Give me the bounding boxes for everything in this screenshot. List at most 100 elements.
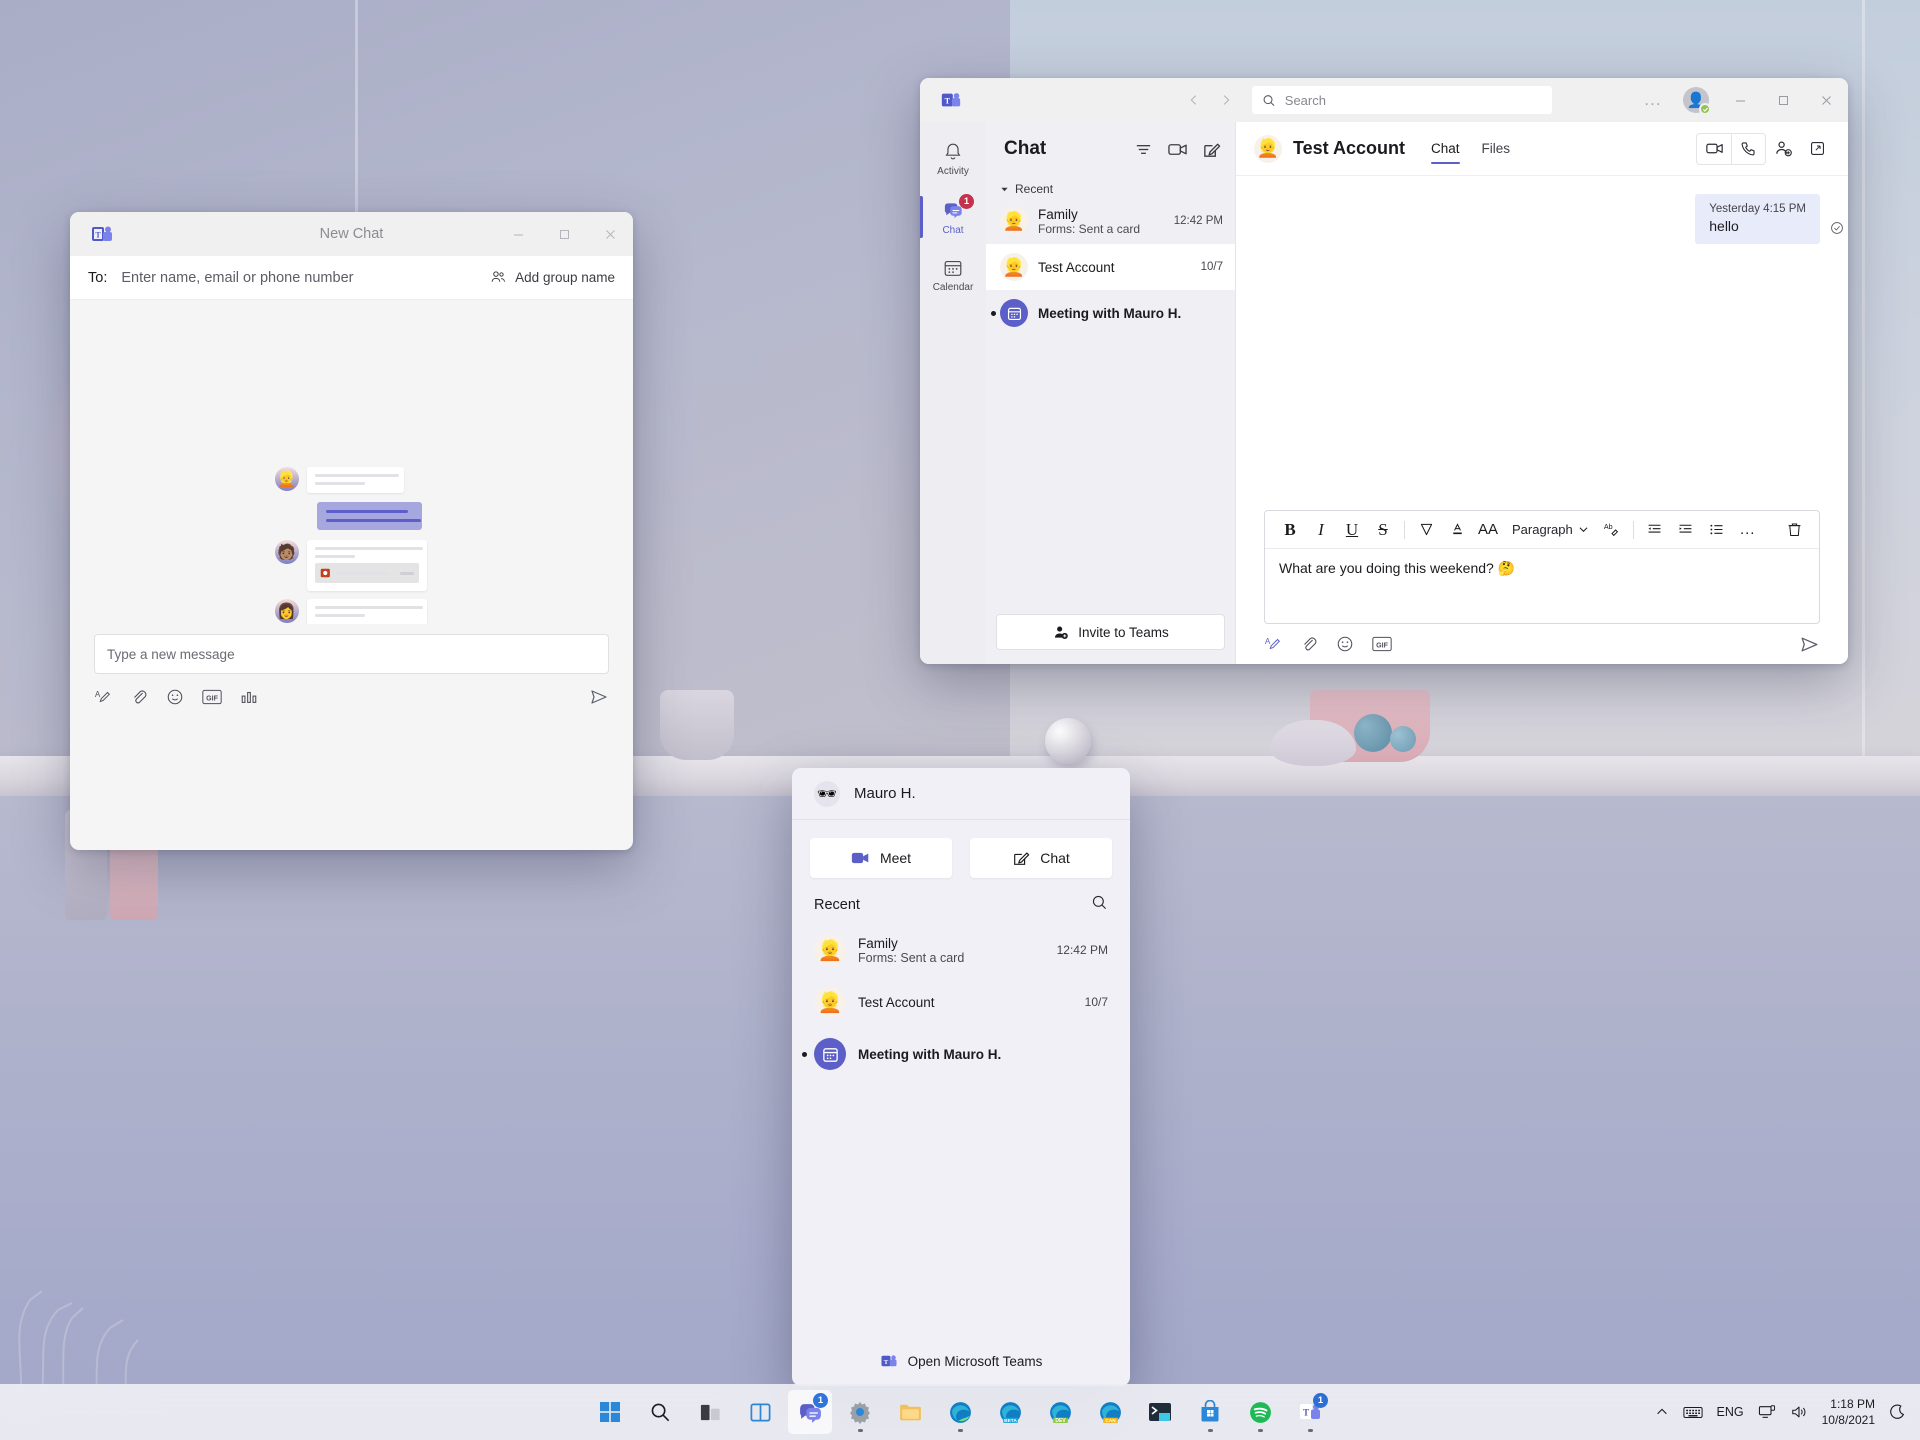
settings-and-more-button[interactable]: ... <box>1633 78 1673 122</box>
composer-toolbar[interactable]: B I U S <box>1265 511 1819 549</box>
taskbar[interactable]: 1 <box>0 1384 1920 1440</box>
new-chat-window-controls[interactable] <box>495 212 633 256</box>
network-button[interactable] <box>1758 1404 1776 1420</box>
emoji-icon[interactable] <box>166 688 184 706</box>
start-button[interactable] <box>588 1390 632 1434</box>
clear-formatting-button[interactable]: Ab <box>1597 515 1627 545</box>
chat-list-actions[interactable] <box>1134 140 1221 159</box>
message-composer[interactable]: B I U S <box>1264 510 1820 624</box>
tab-chat[interactable]: Chat <box>1431 122 1460 175</box>
flyout-actions[interactable]: Meet Chat <box>792 820 1130 894</box>
chat-list-item-family[interactable]: 👱 Family Forms: Sent a card 12:42 PM <box>986 198 1235 244</box>
task-view-button[interactable] <box>688 1390 732 1434</box>
video-call-icon[interactable] <box>1167 140 1188 159</box>
system-tray[interactable]: ENG 1:18 PM 10/8/2021 <box>1655 1396 1920 1428</box>
search-box[interactable] <box>1252 86 1552 114</box>
new-chat-window[interactable]: T New Chat To: Add gr <box>70 212 633 850</box>
close-button[interactable] <box>1805 78 1848 122</box>
format-icon[interactable]: A <box>1264 635 1282 653</box>
new-chat-composer-tools[interactable]: A GIF <box>94 687 609 707</box>
invite-to-teams-button[interactable]: Invite to Teams <box>996 614 1225 650</box>
search-input[interactable] <box>1285 93 1542 108</box>
meet-button[interactable]: Meet <box>810 838 952 878</box>
minimize-button[interactable] <box>1719 78 1762 122</box>
composer-bottom-toolbar[interactable]: A GIF <box>1236 624 1848 664</box>
flyout-list-item-test-account[interactable]: 👱 Test Account 10/7 <box>792 976 1130 1028</box>
new-message-input[interactable] <box>94 634 609 674</box>
maximize-button[interactable] <box>541 212 587 256</box>
attach-icon[interactable] <box>1300 635 1318 653</box>
app-rail[interactable]: Activity 1 Chat <box>920 122 986 664</box>
account-avatar[interactable]: 👤 <box>1683 87 1709 113</box>
teams-main-window[interactable]: T ... 👤 <box>920 78 1848 664</box>
decrease-indent-button[interactable] <box>1640 515 1670 545</box>
add-group-name-button[interactable]: Add group name <box>490 269 615 286</box>
conversation-actions[interactable] <box>1696 133 1834 165</box>
call-button-group[interactable] <box>1696 133 1766 165</box>
open-microsoft-teams-button[interactable]: T Open Microsoft Teams <box>792 1336 1130 1386</box>
font-color-button[interactable] <box>1442 515 1472 545</box>
language-indicator[interactable]: ENG <box>1717 1405 1744 1419</box>
tab-files[interactable]: Files <box>1482 122 1511 175</box>
popout-button[interactable] <box>1800 134 1834 164</box>
close-button[interactable] <box>587 212 633 256</box>
add-people-button[interactable] <box>1766 134 1800 164</box>
audio-call-button[interactable] <box>1731 134 1765 164</box>
new-chat-titlebar[interactable]: T New Chat <box>70 212 633 256</box>
edge-dev-button[interactable]: DEV <box>1038 1390 1082 1434</box>
increase-indent-button[interactable] <box>1671 515 1701 545</box>
chat-list-item-meeting[interactable]: Meeting with Mauro H. <box>986 290 1235 336</box>
chat-list-panel[interactable]: Chat <box>986 122 1236 664</box>
spotify-button[interactable] <box>1238 1390 1282 1434</box>
notifications-button[interactable] <box>1889 1404 1906 1421</box>
terminal-button[interactable] <box>1138 1390 1182 1434</box>
attach-icon[interactable] <box>130 688 148 706</box>
edge-canary-button[interactable]: CAN <box>1088 1390 1132 1434</box>
flyout-list-item-meeting[interactable]: Meeting with Mauro H. <box>792 1028 1130 1080</box>
font-size-button[interactable]: AA <box>1473 515 1503 545</box>
search-button[interactable] <box>638 1390 682 1434</box>
back-button[interactable] <box>1180 86 1208 114</box>
strikethrough-button[interactable]: S <box>1368 515 1398 545</box>
teams-chat-button[interactable]: 1 <box>788 1390 832 1434</box>
giphy-icon[interactable]: GIF <box>1372 636 1392 652</box>
message-bubble-outgoing[interactable]: Yesterday 4:15 PM hello <box>1695 194 1820 244</box>
message-input[interactable]: What are you doing this weekend? 🤔 <box>1265 549 1819 623</box>
sidebar-item-chat[interactable]: 1 Chat <box>920 188 986 246</box>
italic-button[interactable]: I <box>1306 515 1336 545</box>
paragraph-style-select[interactable]: Paragraph <box>1504 522 1596 537</box>
touch-keyboard-button[interactable] <box>1683 1405 1703 1420</box>
teams-titlebar[interactable]: T ... 👤 <box>920 78 1848 122</box>
conversation-tabs[interactable]: Chat Files <box>1431 122 1510 175</box>
highlight-button[interactable] <box>1411 515 1441 545</box>
settings-button[interactable] <box>838 1390 882 1434</box>
chat-button[interactable]: Chat <box>970 838 1112 878</box>
forward-button[interactable] <box>1212 86 1240 114</box>
clock[interactable]: 1:18 PM 10/8/2021 <box>1822 1396 1875 1428</box>
video-call-button[interactable] <box>1697 134 1731 164</box>
chat-list-section-recent[interactable]: Recent <box>986 176 1235 198</box>
flyout-list-item-family[interactable]: 👱 Family Forms: Sent a card 12:42 PM <box>792 924 1130 976</box>
teams-button[interactable]: T 1 <box>1288 1390 1332 1434</box>
file-explorer-button[interactable] <box>888 1390 932 1434</box>
new-chat-composer[interactable]: A GIF <box>70 624 633 737</box>
teams-chat-flyout[interactable]: 🕶 Mauro H. Meet Chat Recent <box>792 768 1130 1386</box>
poll-icon[interactable] <box>240 688 258 706</box>
sidebar-item-activity[interactable]: Activity <box>920 130 986 188</box>
minimize-button[interactable] <box>495 212 541 256</box>
store-button[interactable] <box>1188 1390 1232 1434</box>
new-chat-icon[interactable] <box>1202 140 1221 159</box>
format-icon[interactable]: A <box>94 688 112 706</box>
teams-navigation[interactable] <box>1180 86 1240 114</box>
send-icon[interactable] <box>1799 634 1820 655</box>
tray-overflow-button[interactable] <box>1655 1405 1669 1419</box>
maximize-button[interactable] <box>1762 78 1805 122</box>
recipient-input[interactable] <box>121 270 490 286</box>
teams-titlebar-right[interactable]: ... 👤 <box>1633 78 1848 122</box>
volume-button[interactable] <box>1790 1404 1808 1420</box>
sidebar-item-calendar[interactable]: Calendar <box>920 246 986 304</box>
chat-list-item-test-account[interactable]: 👱 Test Account 10/7 <box>986 244 1235 290</box>
giphy-icon[interactable]: GIF <box>202 689 222 705</box>
widgets-button[interactable] <box>738 1390 782 1434</box>
edge-beta-button[interactable]: BETA <box>988 1390 1032 1434</box>
